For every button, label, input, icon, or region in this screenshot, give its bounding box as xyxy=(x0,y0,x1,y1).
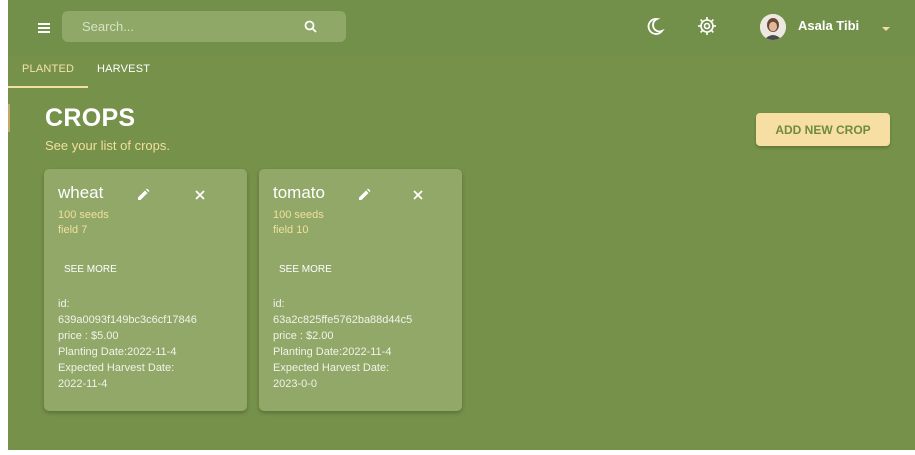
top-app-bar: Asala Tibi xyxy=(8,0,915,56)
crop-field: field 7 xyxy=(58,224,88,236)
edge-marker xyxy=(8,104,10,132)
menu-icon[interactable] xyxy=(32,16,58,38)
user-name[interactable]: Asala Tibi xyxy=(798,18,859,33)
crop-harvest-date: 2023-0-0 xyxy=(273,378,318,390)
gear-icon[interactable] xyxy=(695,14,719,38)
crop-planting-date: Planting Date:2022-11-4 xyxy=(58,346,177,358)
crop-harvest-label: Expected Harvest Date: xyxy=(58,362,175,374)
crop-card: tomato 100 seeds field 10 SEE MORE id: 6… xyxy=(259,169,462,411)
crop-seeds: 100 seeds xyxy=(273,209,324,221)
crop-planting-date: Planting Date:2022-11-4 xyxy=(273,346,392,358)
crop-harvest-date: 2022-11-4 xyxy=(58,378,108,390)
page-title: CROPS xyxy=(45,104,136,132)
edit-icon[interactable] xyxy=(135,187,151,203)
crop-id-label: id: xyxy=(58,298,70,310)
see-more-button[interactable]: SEE MORE xyxy=(279,264,332,275)
crop-harvest-label: Expected Harvest Date: xyxy=(273,362,390,374)
edit-icon[interactable] xyxy=(356,187,372,203)
crop-id: 63a2c825ffe5762ba88d44c5 xyxy=(273,314,413,326)
crop-field: field 10 xyxy=(273,224,309,236)
search-input[interactable] xyxy=(82,11,302,42)
crop-name: wheat xyxy=(58,183,104,202)
crop-name: tomato xyxy=(273,183,325,202)
search-icon[interactable] xyxy=(302,18,320,36)
crop-id: 639a0093f149bc3c6cf17846 xyxy=(58,314,197,326)
crop-id-label: id: xyxy=(273,298,285,310)
tab-planted[interactable]: PLANTED xyxy=(22,63,74,75)
crop-card: wheat 100 seeds field 7 SEE MORE id: 639… xyxy=(44,169,247,411)
tab-harvest[interactable]: HARVEST xyxy=(97,63,150,75)
tab-bar: PLANTED HARVEST xyxy=(8,56,915,88)
crop-seeds: 100 seeds xyxy=(58,209,109,221)
app-root: Asala Tibi PLANTED HARVEST CROPS See you… xyxy=(8,0,915,455)
page-subtitle: See your list of crops. xyxy=(45,138,170,153)
bottom-strip xyxy=(8,450,915,455)
crop-details: id: 639a0093f149bc3c6cf17846 price : $5.… xyxy=(58,296,243,392)
close-icon[interactable] xyxy=(412,188,424,200)
search-bar xyxy=(62,11,346,42)
crop-price: price : $2.00 xyxy=(273,330,334,342)
crop-price: price : $5.00 xyxy=(58,330,119,342)
moon-icon[interactable] xyxy=(644,15,666,37)
crop-details: id: 63a2c825ffe5762ba88d44c5 price : $2.… xyxy=(273,296,458,392)
close-icon[interactable] xyxy=(194,188,206,200)
tab-indicator xyxy=(8,86,88,88)
avatar[interactable] xyxy=(760,14,786,40)
see-more-button[interactable]: SEE MORE xyxy=(64,264,117,275)
add-new-crop-button[interactable]: ADD NEW CROP xyxy=(756,113,890,146)
caret-down-icon[interactable] xyxy=(880,21,892,31)
